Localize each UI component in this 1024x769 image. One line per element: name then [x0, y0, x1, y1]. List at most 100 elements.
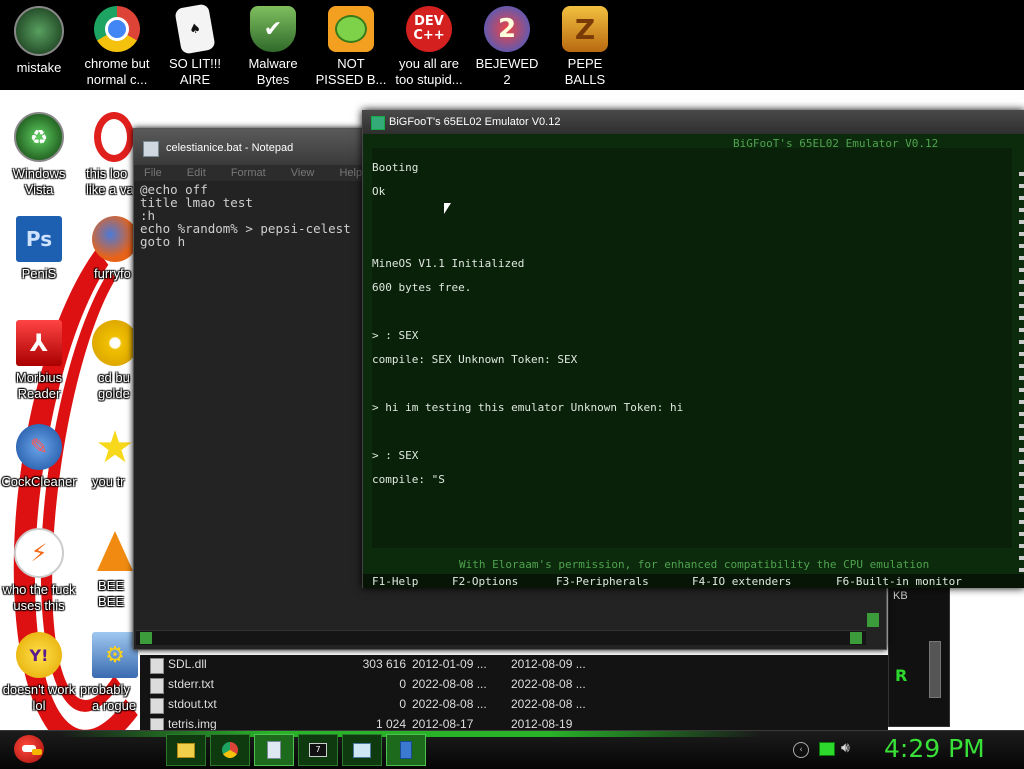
icon-label: doesn't work — [2, 682, 76, 697]
emulator-titlebar[interactable]: BiGFooT's 65EL02 Emulator V0.12 — [363, 110, 1024, 134]
icon-label: BEJEWED — [475, 56, 539, 71]
console-line: Ok — [372, 185, 386, 198]
console-line: > : SEX — [372, 449, 419, 462]
icon-label: this loo — [86, 166, 128, 181]
icon-label: a rogue — [92, 698, 137, 713]
desktop-icon-ccleaner[interactable]: ✎ CockCleaner — [0, 424, 78, 490]
desktop-icon-photoshop[interactable]: Ps PeniS — [0, 216, 78, 282]
emulator-screen[interactable]: BiGFooT's 65EL02 Emulator V0.12 Booting … — [363, 134, 1024, 588]
file-icon — [150, 658, 164, 674]
fkey-options[interactable]: F2-Options — [452, 575, 518, 588]
desktop-icon-solitaire[interactable]: ♠ SO LIT!!! AIRE — [156, 3, 234, 88]
icon-label: BEE — [98, 594, 125, 609]
notepad-icon — [267, 741, 281, 759]
volume-icon[interactable]: 🔊︎ — [841, 740, 850, 756]
chrome-icon — [94, 6, 140, 52]
taskbar-window-button[interactable] — [342, 734, 382, 766]
desktop-icon-setup[interactable]: ⚙ probably a rogue — [78, 632, 140, 714]
menu-edit[interactable]: Edit — [187, 167, 206, 179]
menu-format[interactable]: Format — [231, 167, 266, 179]
scrollbar[interactable] — [929, 641, 941, 698]
file-size: 0 — [399, 677, 406, 691]
desktop-icon-firefox[interactable]: furryfo — [78, 216, 138, 282]
zuma-icon: Z — [562, 6, 608, 52]
fkey-help[interactable]: F1-Help — [372, 575, 418, 588]
file-row[interactable]: tetris.img 1 024 2012-08-17 2012-08-19 — [150, 715, 888, 730]
taskbar-emulator-button[interactable] — [386, 734, 426, 766]
icon-label: PeniS — [21, 266, 57, 281]
scroll-right-button[interactable] — [850, 632, 862, 644]
file-row[interactable]: stderr.txt 0 2022-08-08 ... 2022-08-08 .… — [150, 675, 888, 695]
desktop-icon-zuma[interactable]: Z PEPE BALLS — [546, 6, 624, 88]
network-icon[interactable] — [819, 742, 835, 756]
desktop-icon-pdf-reader[interactable]: ⅄ Morbius Reader — [0, 320, 78, 402]
desktop-icon-chrome[interactable]: chrome but normal c... — [78, 6, 156, 88]
emulator-console[interactable]: Booting Ok MineOS V1.1 Initialized 600 b… — [372, 148, 1012, 548]
desktop-icon-mistake[interactable]: mistake — [0, 6, 78, 76]
taskbar-console-button[interactable]: 7 — [298, 734, 338, 766]
file-icon — [150, 678, 164, 694]
taskbar-explorer-button[interactable] — [166, 734, 206, 766]
icon-label: chrome but — [84, 56, 150, 71]
start-button[interactable] — [6, 731, 52, 769]
desktop-icon-yahoo[interactable]: Y! doesn't work lol — [0, 632, 78, 714]
lightning-icon: ⚡ — [14, 528, 64, 578]
icon-label: NOT — [337, 56, 365, 71]
mouse-cursor-icon — [444, 203, 451, 214]
icon-label: you tr — [92, 474, 125, 489]
icon-badge: DEV — [414, 14, 444, 29]
taskbar: 7 ‹ 🔊︎ 4:29 PM — [0, 730, 1024, 769]
console-line: MineOS V1.1 Initialized — [372, 257, 525, 270]
file-name: stderr.txt — [168, 677, 215, 691]
icon-label: probably — [80, 682, 130, 697]
scroll-left-button[interactable] — [140, 632, 152, 644]
fkey-monitor[interactable]: F6-Built-in monitor — [836, 575, 962, 588]
icon-label: BEE — [98, 578, 125, 593]
vlc-cone-icon — [92, 528, 138, 574]
horizontal-scrollbar[interactable] — [136, 630, 866, 645]
menu-help[interactable]: Help — [339, 167, 362, 179]
desktop-icon-lightning[interactable]: ⚡ who the fuck uses this — [0, 528, 78, 614]
file-created: 2012-01-09 ... — [412, 657, 487, 671]
file-icon — [150, 718, 164, 730]
file-name: stdout.txt — [168, 697, 217, 711]
icon-label: BALLS — [564, 72, 606, 87]
desktop-icon-bad-piggies[interactable]: NOT PISSED B... — [312, 6, 390, 88]
icon-label: mistake — [16, 60, 62, 75]
icon-label: Vista — [24, 182, 54, 197]
desktop-icon-bejeweled[interactable]: 2 BEJEWED 2 — [468, 6, 546, 88]
menu-view[interactable]: View — [291, 167, 315, 179]
desktop-icon-disc[interactable]: cd bu golde — [78, 320, 138, 402]
scroll-down-button[interactable] — [867, 613, 879, 627]
desktop-icon-recycle-bin[interactable]: ♻ Windows Vista — [0, 112, 78, 198]
taskbar-clock[interactable]: 4:29 PM — [884, 734, 985, 763]
emulator-footer-text: With Eloraam's permission, for enhanced … — [459, 558, 930, 571]
fkey-io-extenders[interactable]: F4-IO extenders — [692, 575, 791, 588]
file-row[interactable]: stdout.txt 0 2022-08-08 ... 2022-08-08 .… — [150, 695, 888, 715]
console-line: 600 bytes free. — [372, 281, 472, 294]
file-created: 2022-08-08 ... — [412, 677, 487, 691]
explorer-file-list: SDL.dll 303 616 2012-01-09 ... 2012-08-0… — [140, 655, 888, 730]
file-row[interactable]: SDL.dll 303 616 2012-01-09 ... 2012-08-0… — [150, 655, 888, 675]
taskbar-chrome-button[interactable] — [210, 734, 250, 766]
menu-file[interactable]: File — [144, 167, 162, 179]
angry-pig-icon — [328, 6, 374, 52]
emulator-window[interactable]: BiGFooT's 65EL02 Emulator V0.12 BiGFooT'… — [362, 110, 1024, 588]
taskbar-notepad-button[interactable] — [254, 734, 294, 766]
icon-label: Morbius — [15, 370, 63, 385]
icon-label: you all are — [399, 56, 459, 71]
icon-label: cd bu — [98, 370, 130, 385]
desktop-icon-devcpp[interactable]: DEV C++ you all are too stupid... — [390, 6, 468, 88]
console-output: Booting Ok MineOS V1.1 Initialized 600 b… — [372, 148, 683, 500]
desktop-icon-malwarebytes[interactable]: ✔ Malware Bytes — [234, 6, 312, 88]
angry-bird-icon — [14, 735, 44, 763]
icon-label: SO LIT!!! — [168, 56, 221, 71]
fkey-peripherals[interactable]: F3-Peripherals — [556, 575, 649, 588]
chevron-left-icon[interactable]: ‹ — [793, 742, 809, 758]
desktop-icon-opera[interactable]: this loo like a va — [78, 112, 138, 198]
file-created: 2012-08-17 — [412, 717, 474, 730]
disc-icon — [92, 320, 138, 366]
console-icon: 7 — [309, 743, 327, 757]
desktop-icon-star[interactable]: ★ you tr — [78, 424, 138, 490]
desktop-icon-vlc[interactable]: BEE BEE — [78, 528, 138, 610]
